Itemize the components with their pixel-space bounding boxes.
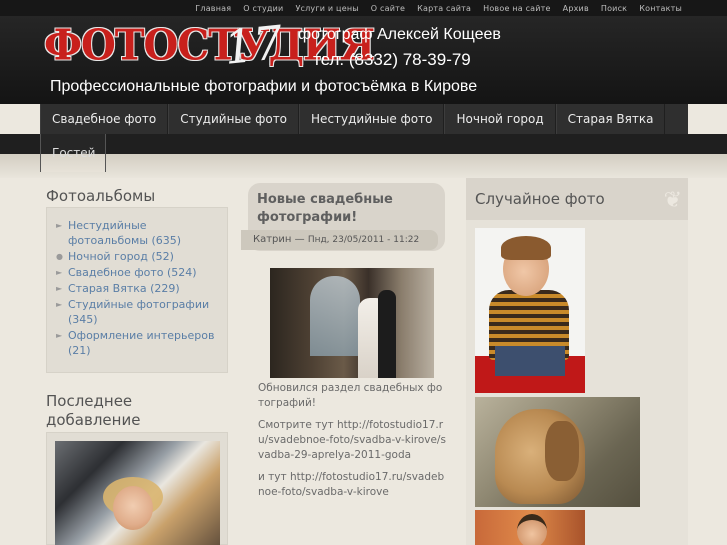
- post-photo-window: [310, 276, 360, 356]
- nav-item-non-studio[interactable]: Нестудийные фото: [299, 104, 445, 134]
- album-link[interactable]: Нестудийные фотоальбомы (635): [68, 219, 181, 247]
- album-link[interactable]: Свадебное фото (524): [68, 266, 197, 279]
- top-link-archive[interactable]: Архив: [563, 4, 589, 13]
- photographer-name: фотограф Алексей Кощеев: [298, 26, 501, 43]
- album-link[interactable]: Старая Вятка (229): [68, 282, 180, 295]
- bullet-icon: ►: [56, 300, 63, 309]
- ornament-icon: ❦: [663, 188, 682, 213]
- content-top-shade: [0, 154, 727, 178]
- main-nav: Свадебное фото Студийные фото Нестудийны…: [40, 104, 688, 134]
- random-photo-boy[interactable]: [475, 228, 585, 393]
- top-link-about-studio[interactable]: О студии: [243, 4, 283, 13]
- post-photo-groom: [378, 290, 396, 378]
- post-paragraph-link[interactable]: и тут http://fotostudio17.ru/svadebnoe-f…: [258, 470, 448, 500]
- nav-item-overflow[interactable]: Гостей: [40, 134, 106, 172]
- nav-item-night-city[interactable]: Ночной город: [444, 104, 556, 134]
- top-link-about-site[interactable]: О сайте: [371, 4, 405, 13]
- albums-block: ► Нестудийные фотоальбомы (635) ● Ночной г…: [46, 207, 228, 373]
- album-item[interactable]: ► Свадебное фото (524): [55, 265, 219, 280]
- post-paragraph-link[interactable]: Смотрите тут http://fotostudio17.ru/svad…: [258, 418, 448, 463]
- photo-boy-hair: [501, 236, 551, 260]
- album-item[interactable]: ► Оформление интерьеров (21): [55, 328, 219, 358]
- site-tagline: Профессиональные фотографии и фотосъёмка…: [50, 78, 478, 95]
- nav-item-wedding[interactable]: Свадебное фото: [40, 104, 169, 134]
- post-meta-separator: —: [294, 234, 308, 245]
- nav-item-overflow-label: Гостей: [52, 146, 96, 160]
- phone-number: тел. (8332) 78-39-79: [313, 50, 471, 69]
- top-link-home[interactable]: Главная: [195, 4, 231, 13]
- random-photo-man[interactable]: [475, 510, 585, 545]
- bullet-icon: ►: [56, 331, 63, 340]
- photo-man-head: [517, 514, 547, 545]
- post-body: Обновился раздел свадебных фотографий! С…: [258, 381, 448, 507]
- bullet-icon: ►: [56, 221, 63, 230]
- post-paragraph: Обновился раздел свадебных фотографий!: [258, 382, 443, 409]
- bullet-icon: ►: [56, 284, 63, 293]
- album-link[interactable]: Студийные фотографии (345): [68, 298, 209, 326]
- post-photo[interactable]: [270, 268, 434, 378]
- top-link-new[interactable]: Новое на сайте: [483, 4, 551, 13]
- album-item[interactable]: ● Ночной город (52): [55, 249, 219, 264]
- post-author[interactable]: Катрин: [253, 234, 291, 245]
- post-title[interactable]: Новые свадебные фотографии!: [257, 191, 437, 227]
- latest-photo[interactable]: [55, 441, 220, 545]
- albums-title: Фотоальбомы: [46, 187, 156, 205]
- nav-item-studio[interactable]: Студийные фото: [168, 104, 300, 134]
- bullet-icon: ●: [56, 252, 63, 261]
- site-logo-number: 17: [221, 15, 286, 75]
- nav-band: [0, 134, 727, 154]
- album-item[interactable]: ► Старая Вятка (229): [55, 281, 219, 296]
- album-link[interactable]: Ночной город (52): [68, 250, 174, 263]
- latest-block: [46, 432, 228, 545]
- top-link-search[interactable]: Поиск: [601, 4, 627, 13]
- album-item[interactable]: ► Студийные фотографии (345): [55, 297, 219, 327]
- post-date: Пнд, 23/05/2011 - 11:22: [307, 235, 420, 245]
- random-photo-title: Случайное фото: [475, 190, 605, 208]
- top-link-contacts[interactable]: Контакты: [639, 4, 682, 13]
- top-links-bar: Главная О студии Услуги и цены О сайте К…: [0, 0, 727, 16]
- top-link-sitemap[interactable]: Карта сайта: [417, 4, 471, 13]
- photo-dog-ear: [545, 421, 579, 481]
- nav-item-old-vyatka[interactable]: Старая Вятка: [555, 104, 666, 134]
- post-meta: Катрин — Пнд, 23/05/2011 - 11:22: [241, 230, 438, 250]
- bullet-icon: ►: [56, 268, 63, 277]
- album-link[interactable]: Оформление интерьеров (21): [68, 329, 214, 357]
- random-photo-dog[interactable]: [475, 397, 640, 507]
- album-item[interactable]: ► Нестудийные фотоальбомы (635): [55, 218, 219, 248]
- site-header: ФОТОСТУДИЯ 17 фотограф Алексей Кощеев те…: [0, 15, 727, 104]
- photo-jeans: [495, 346, 565, 376]
- top-link-services[interactable]: Услуги и цены: [295, 4, 358, 13]
- albums-list: ► Нестудийные фотоальбомы (635) ● Ночной г…: [55, 218, 219, 358]
- latest-photo-face: [113, 486, 153, 530]
- latest-title: Последнее добавление: [46, 392, 141, 429]
